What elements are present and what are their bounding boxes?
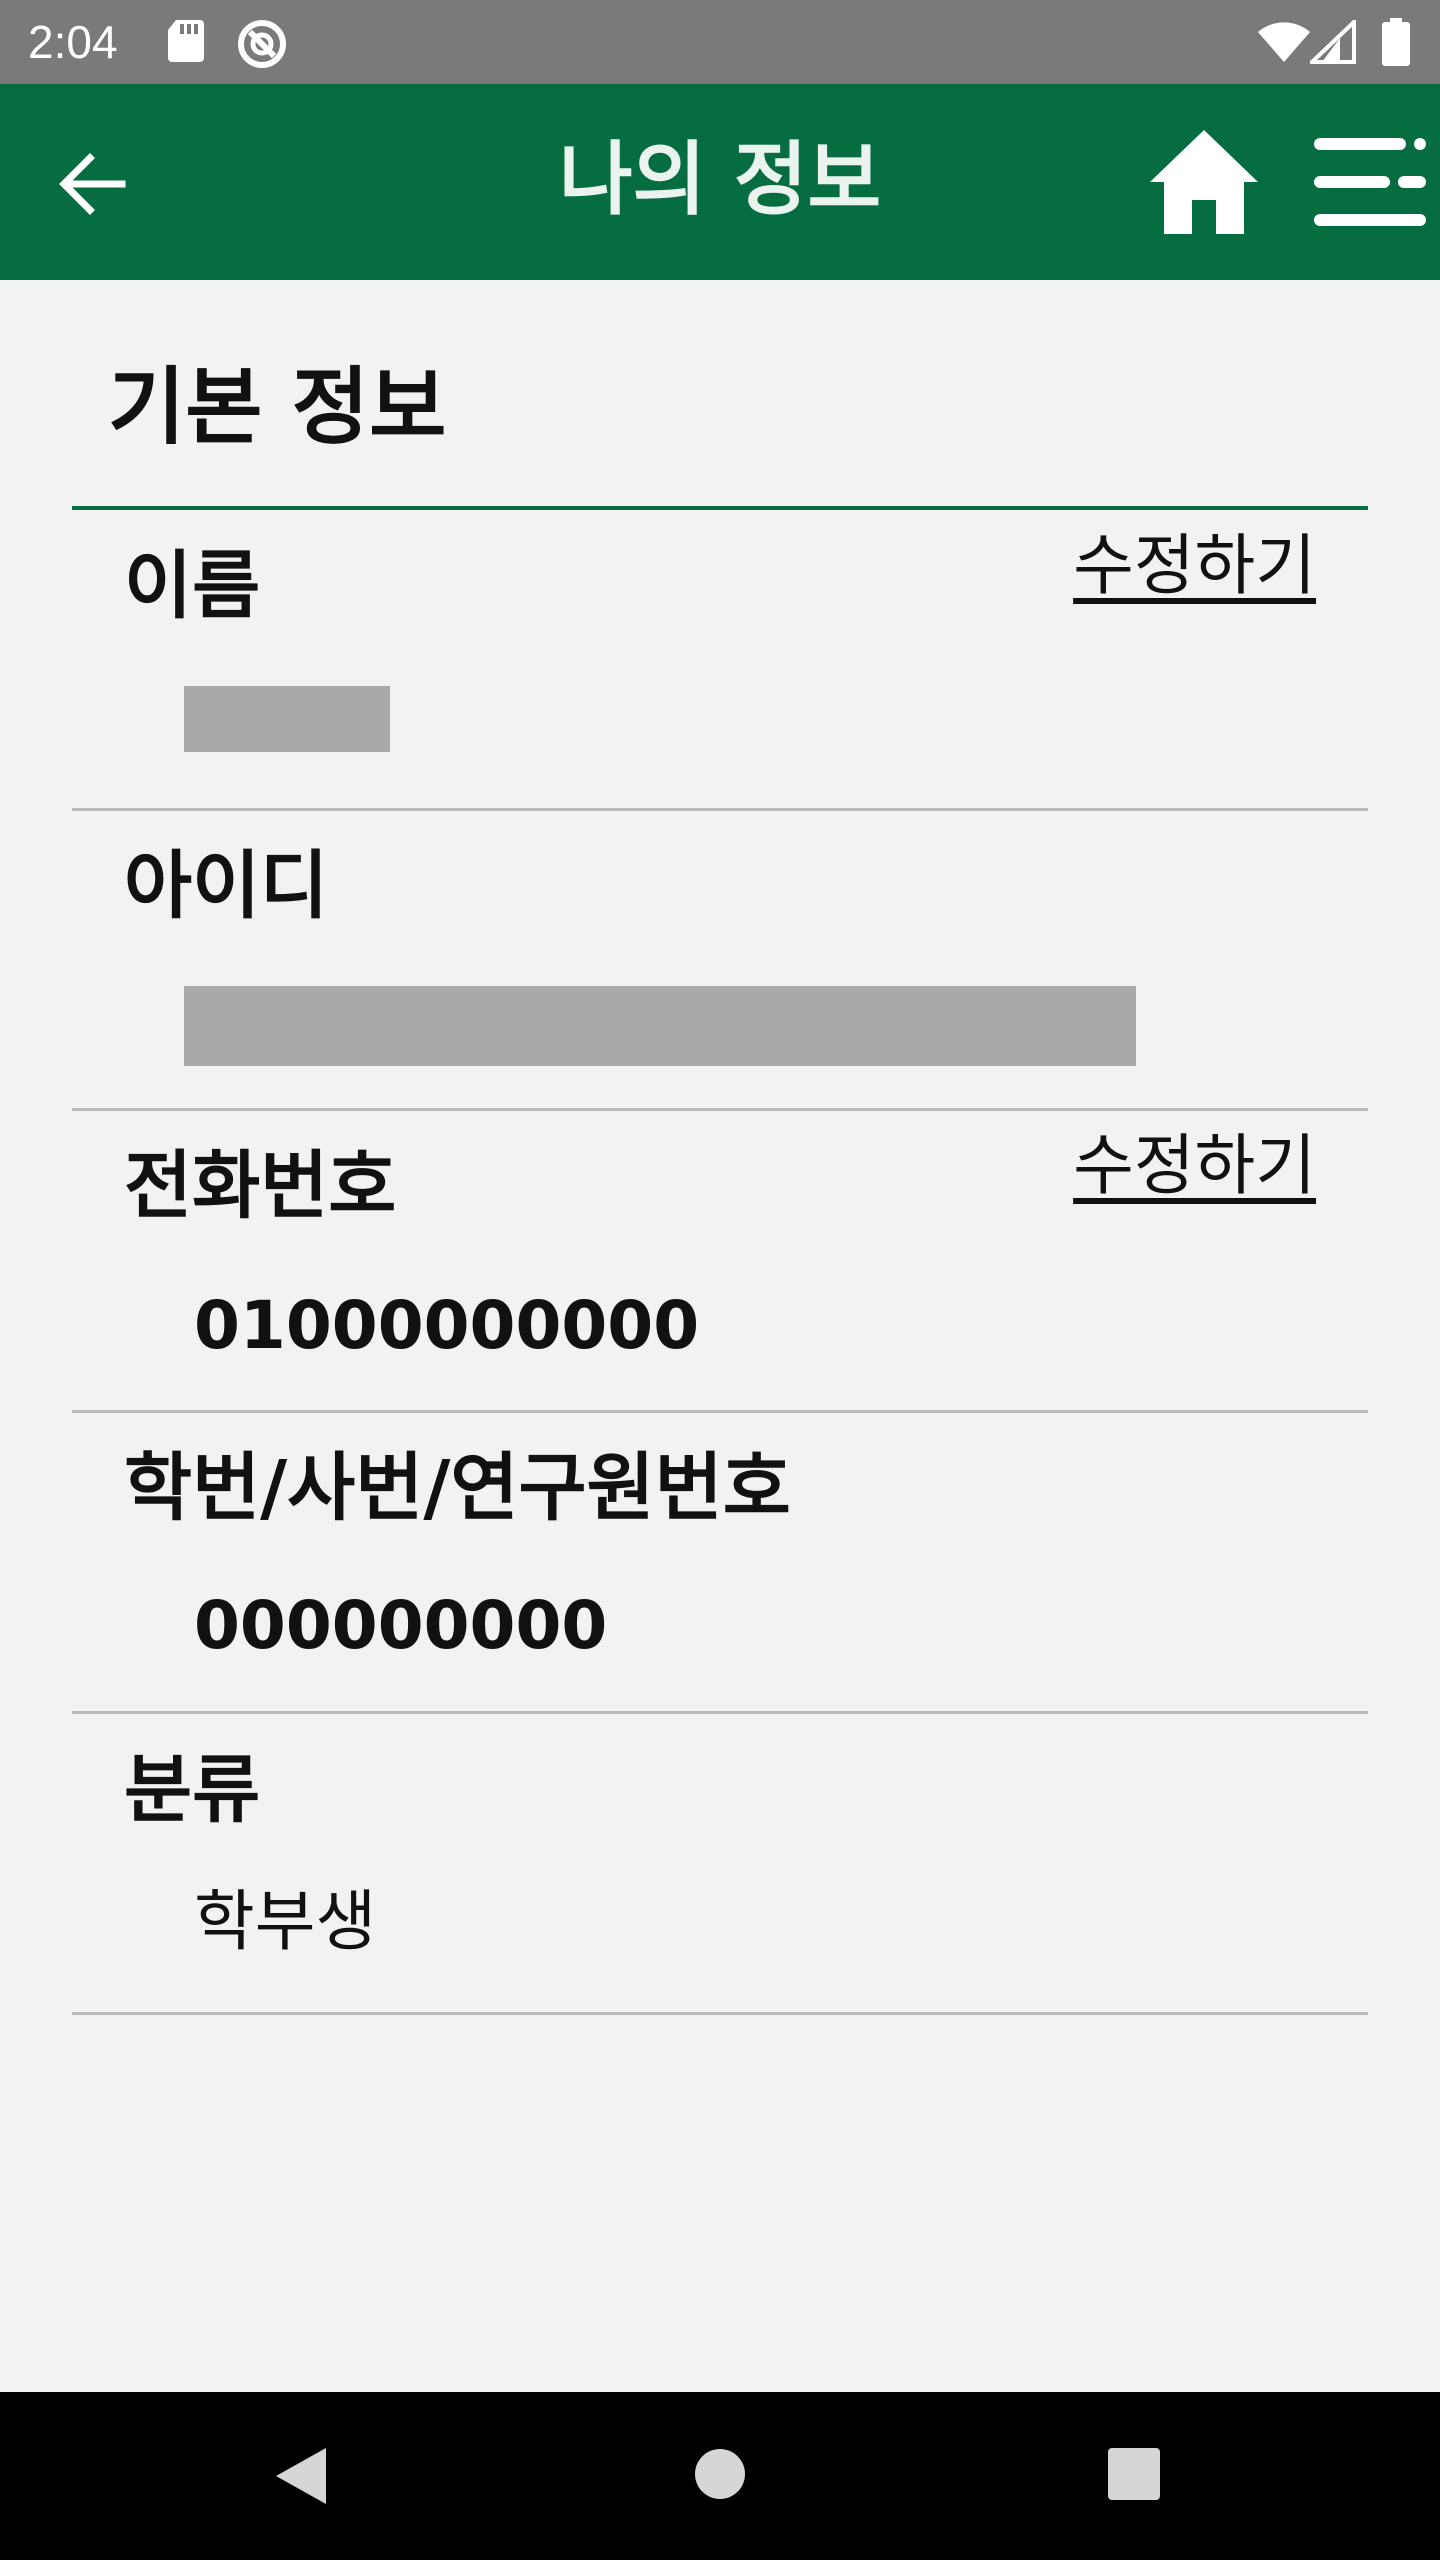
phone-label: 전화번호	[124, 1143, 397, 1229]
name-value-redacted	[184, 686, 390, 752]
id-value-redacted	[184, 986, 1136, 1066]
wifi-icon	[1258, 22, 1310, 62]
nav-home-icon[interactable]	[694, 2448, 746, 2500]
divider	[72, 1108, 1368, 1111]
menu-icon[interactable]	[1310, 132, 1426, 232]
divider	[72, 2012, 1368, 2015]
sd-card-icon	[168, 20, 204, 62]
sync-icon	[238, 20, 286, 68]
cell-signal-icon	[1310, 20, 1356, 64]
section-divider	[72, 506, 1368, 510]
home-icon[interactable]	[1146, 124, 1262, 240]
number-value: 000000000	[194, 1587, 608, 1664]
app-bar: 나의 정보	[0, 84, 1440, 280]
section-title: 기본 정보	[108, 358, 447, 456]
status-time: 2:04	[28, 16, 118, 68]
edit-name-link[interactable]: 수정하기	[1073, 524, 1316, 608]
category-label: 분류	[124, 1747, 261, 1833]
system-nav-bar	[0, 2392, 1440, 2560]
divider	[72, 808, 1368, 811]
id-label: 아이디	[124, 843, 329, 929]
divider	[72, 1410, 1368, 1413]
edit-phone-link[interactable]: 수정하기	[1073, 1124, 1316, 1208]
name-label: 이름	[124, 543, 261, 629]
battery-icon	[1382, 18, 1410, 66]
number-label: 학번/사번/연구원번호	[124, 1445, 791, 1531]
phone-value: 01000000000	[194, 1287, 700, 1364]
divider	[72, 1711, 1368, 1714]
nav-recents-icon[interactable]	[1108, 2448, 1160, 2500]
category-value: 학부생	[194, 1883, 377, 1960]
status-bar: 2:04	[0, 0, 1440, 84]
nav-back-icon[interactable]	[270, 2444, 330, 2508]
